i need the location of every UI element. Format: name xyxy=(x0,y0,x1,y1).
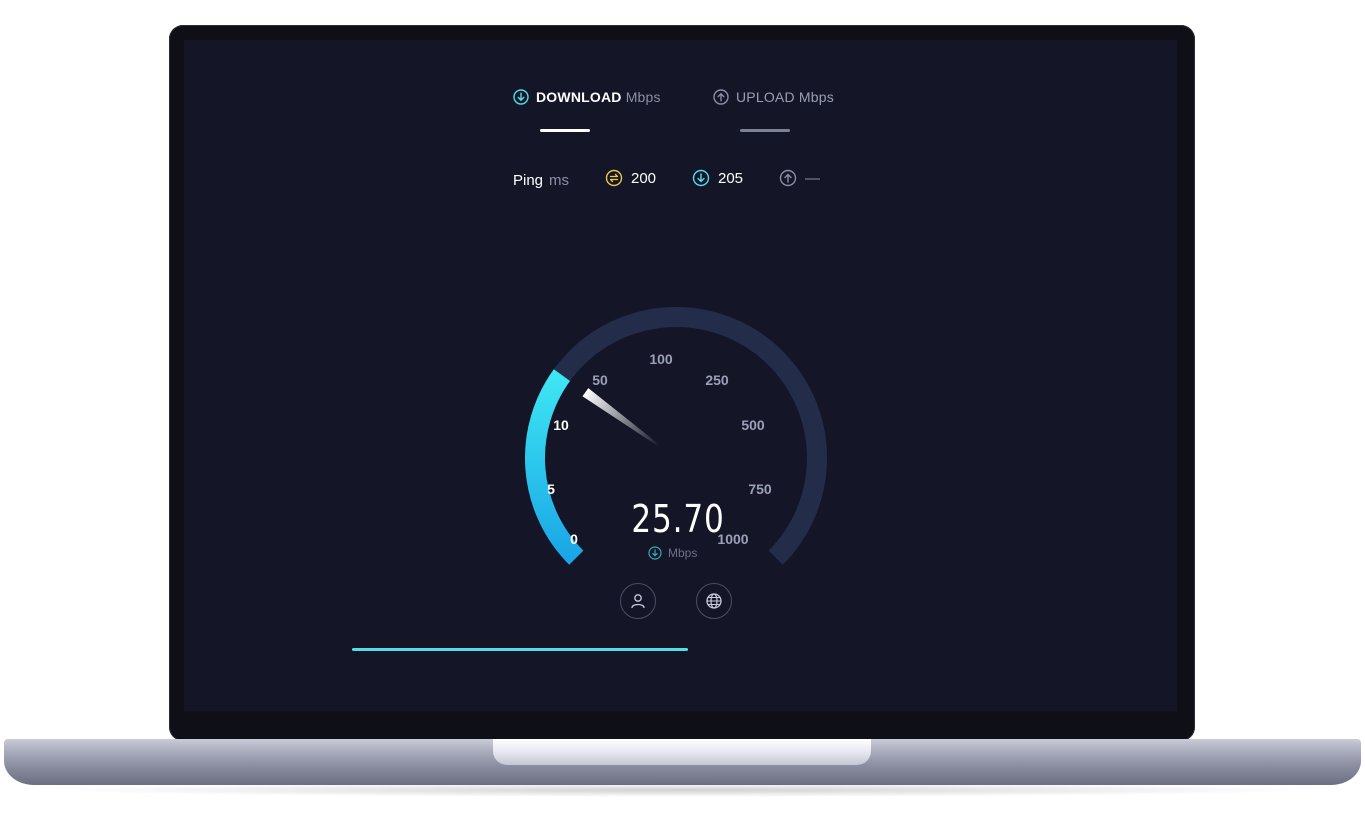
upload-arrow-icon xyxy=(713,89,729,105)
gauge-tick-10: 10 xyxy=(553,417,569,433)
ping-download-value: 205 xyxy=(718,169,744,187)
laptop-shadow xyxy=(40,783,1325,797)
ping-label: Ping xyxy=(513,171,544,189)
laptop-notch xyxy=(493,739,871,765)
tab-upload-underline xyxy=(740,129,790,132)
test-progress-fill xyxy=(352,648,688,651)
speed-unit: Mbps xyxy=(648,546,697,560)
tab-download-label: DOWNLOAD xyxy=(536,89,622,105)
tab-download-underline xyxy=(540,129,590,132)
tab-upload-label: UPLOAD Mbps xyxy=(736,89,834,105)
test-progress-bar xyxy=(352,648,688,651)
speedtest-screen: DOWNLOAD Mbps UPLOAD Mbps Ping ms 200 20… xyxy=(184,40,1177,711)
gauge-tick-500: 500 xyxy=(741,417,765,433)
gauge-tick-250: 250 xyxy=(705,372,729,388)
download-arrow-icon xyxy=(513,89,529,105)
ping-idle: 200 xyxy=(605,169,656,187)
gauge-tick-100: 100 xyxy=(649,351,673,367)
ping-row: Ping ms xyxy=(513,170,569,190)
gauge-tick-750: 750 xyxy=(748,481,772,497)
ping-idle-value: 200 xyxy=(631,169,657,187)
download-arrow-icon xyxy=(692,169,710,187)
profile-button[interactable] xyxy=(620,583,656,619)
gauge-tick-0: 0 xyxy=(570,531,578,547)
speed-readout: 25.70 xyxy=(631,497,725,541)
tab-upload[interactable]: UPLOAD Mbps xyxy=(713,87,834,107)
tab-download-unit: Mbps xyxy=(625,89,661,105)
speed-unit-label: Mbps xyxy=(668,546,698,560)
globe-icon xyxy=(706,593,722,609)
gauge-tick-5: 5 xyxy=(547,481,555,497)
globe-button[interactable] xyxy=(696,583,732,619)
download-arrow-icon xyxy=(648,546,662,560)
gauge-tick-50: 50 xyxy=(592,372,608,388)
ping-upload: — xyxy=(779,169,820,187)
ping-upload-value: — xyxy=(805,169,820,187)
gauge-needle xyxy=(582,388,661,448)
tab-download[interactable]: DOWNLOAD Mbps xyxy=(513,87,661,107)
user-icon xyxy=(631,594,645,609)
upload-arrow-icon xyxy=(779,169,797,187)
ping-download: 205 xyxy=(692,169,743,187)
idle-ping-icon xyxy=(605,169,623,187)
ping-unit: ms xyxy=(549,171,570,189)
